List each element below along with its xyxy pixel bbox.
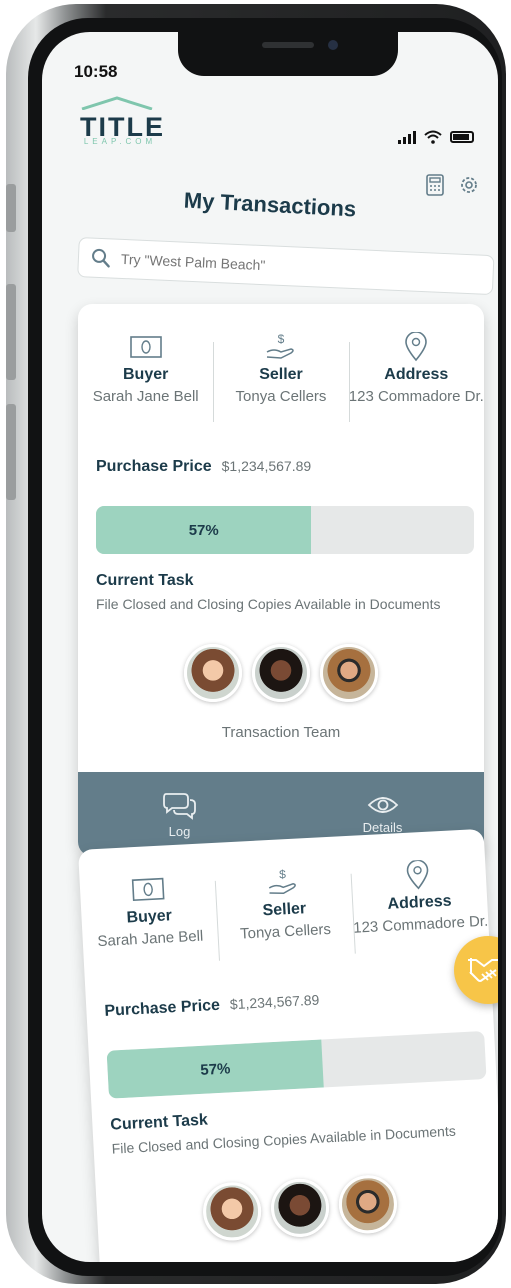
dollar-hand-icon: $ bbox=[266, 332, 294, 359]
notch bbox=[178, 32, 398, 76]
log-label: Log bbox=[168, 823, 191, 839]
transaction-card[interactable]: Buyer Sarah Jane Bell $ Seller Tonya Cel… bbox=[78, 304, 484, 856]
seller-value: Tonya Cellers bbox=[239, 920, 332, 943]
speaker bbox=[262, 42, 314, 48]
transaction-card[interactable]: Buyer Sarah Jane Bell $ Seller Tonya Cel… bbox=[78, 828, 498, 1262]
logo-subtext: LEAP.COM bbox=[83, 137, 157, 146]
transaction-parties: Buyer Sarah Jane Bell $ Seller Tonya Cel… bbox=[78, 332, 484, 422]
phone-frame: 10:58 TITLE LEAP.COM My Transactions Try… bbox=[6, 4, 506, 1284]
status-icons bbox=[398, 130, 474, 144]
progress-text: 57% bbox=[188, 521, 219, 539]
buyer-value: Sarah Jane Bell bbox=[92, 388, 199, 405]
battery-icon bbox=[450, 131, 474, 143]
money-bill-icon bbox=[131, 877, 165, 902]
eye-icon bbox=[367, 796, 398, 813]
progress-fill: 57% bbox=[96, 506, 312, 554]
calculator-icon[interactable] bbox=[424, 174, 446, 196]
seller-section: $ Seller Tonya Cellers bbox=[215, 864, 354, 944]
volume-up-button bbox=[6, 284, 16, 380]
avatar[interactable] bbox=[337, 1173, 399, 1235]
volume-down-button bbox=[6, 404, 16, 500]
transaction-parties: Buyer Sarah Jane Bell $ Seller Tonya Cel… bbox=[79, 857, 489, 951]
buyer-label: Buyer bbox=[122, 366, 169, 383]
current-task-label: Current Task bbox=[110, 1111, 209, 1134]
buyer-section: Buyer Sarah Jane Bell bbox=[79, 871, 218, 951]
search-bar[interactable] bbox=[77, 237, 495, 296]
map-pin-icon bbox=[405, 332, 428, 362]
avatar[interactable] bbox=[201, 1180, 263, 1242]
address-section: Address 123 Commadore Dr. bbox=[348, 332, 484, 422]
seller-label: Seller bbox=[259, 366, 303, 383]
purchase-price-value: $1,234,567.89 bbox=[221, 458, 312, 474]
address-label: Address bbox=[384, 366, 449, 383]
dollar-hand-icon: $ bbox=[268, 867, 296, 895]
avatar[interactable] bbox=[320, 644, 378, 702]
progress-fill: 57% bbox=[106, 1039, 325, 1099]
address-label: Address bbox=[387, 892, 452, 913]
seller-value: Tonya Cellers bbox=[235, 388, 327, 405]
current-task-value: File Closed and Closing Copies Available… bbox=[96, 596, 441, 612]
avatar[interactable] bbox=[252, 644, 310, 702]
wifi-icon bbox=[424, 130, 442, 144]
title-leap-logo: TITLE LEAP.COM bbox=[80, 96, 165, 146]
cellular-signal-icon bbox=[398, 130, 416, 144]
buyer-value: Sarah Jane Bell bbox=[97, 927, 204, 951]
address-value: 123 Commadore Dr. bbox=[352, 912, 489, 937]
search-icon bbox=[92, 248, 110, 268]
transaction-team-label: Transaction Team bbox=[221, 724, 341, 741]
header-actions bbox=[424, 174, 480, 196]
purchase-price-row: Purchase Price $1,234,567.89 bbox=[96, 458, 311, 476]
svg-text:$: $ bbox=[279, 867, 287, 881]
progress-bar: 57% bbox=[96, 506, 474, 554]
purchase-price-row: Purchase Price $1,234,567.89 bbox=[104, 992, 320, 1021]
money-bill-icon bbox=[129, 336, 162, 358]
seller-section: $ Seller Tonya Cellers bbox=[213, 332, 348, 422]
purchase-price-value: $1,234,567.89 bbox=[229, 991, 320, 1013]
address-value: 123 Commadore Dr. bbox=[348, 388, 484, 405]
details-label: Details bbox=[362, 819, 403, 835]
logo-word: TITLE bbox=[80, 112, 165, 142]
logo-roof-icon bbox=[81, 96, 153, 111]
seller-label: Seller bbox=[262, 900, 307, 920]
svg-text:$: $ bbox=[278, 332, 285, 346]
buyer-label: Buyer bbox=[126, 907, 173, 927]
map-pin-icon bbox=[407, 859, 429, 890]
mute-switch bbox=[6, 184, 16, 232]
progress-bar: 57% bbox=[106, 1030, 487, 1099]
purchase-price-label: Purchase Price bbox=[96, 458, 212, 475]
camera bbox=[328, 40, 338, 50]
chat-bubbles-icon bbox=[162, 792, 196, 820]
status-time: 10:58 bbox=[74, 62, 118, 81]
handshake-icon bbox=[468, 958, 498, 982]
transaction-team-avatars bbox=[78, 644, 484, 702]
progress-text: 57% bbox=[199, 1059, 231, 1079]
buyer-section: Buyer Sarah Jane Bell bbox=[78, 332, 213, 405]
gear-icon[interactable] bbox=[458, 174, 480, 196]
app-screen: 10:58 TITLE LEAP.COM My Transactions Try… bbox=[42, 32, 498, 1262]
avatar[interactable] bbox=[184, 644, 242, 702]
current-task-label: Current Task bbox=[96, 572, 194, 589]
transaction-team-avatars bbox=[96, 1168, 498, 1247]
address-section: Address 123 Commadore Dr. bbox=[350, 857, 489, 937]
purchase-price-label: Purchase Price bbox=[104, 996, 221, 1020]
avatar[interactable] bbox=[269, 1177, 331, 1239]
search-input[interactable] bbox=[120, 250, 451, 282]
